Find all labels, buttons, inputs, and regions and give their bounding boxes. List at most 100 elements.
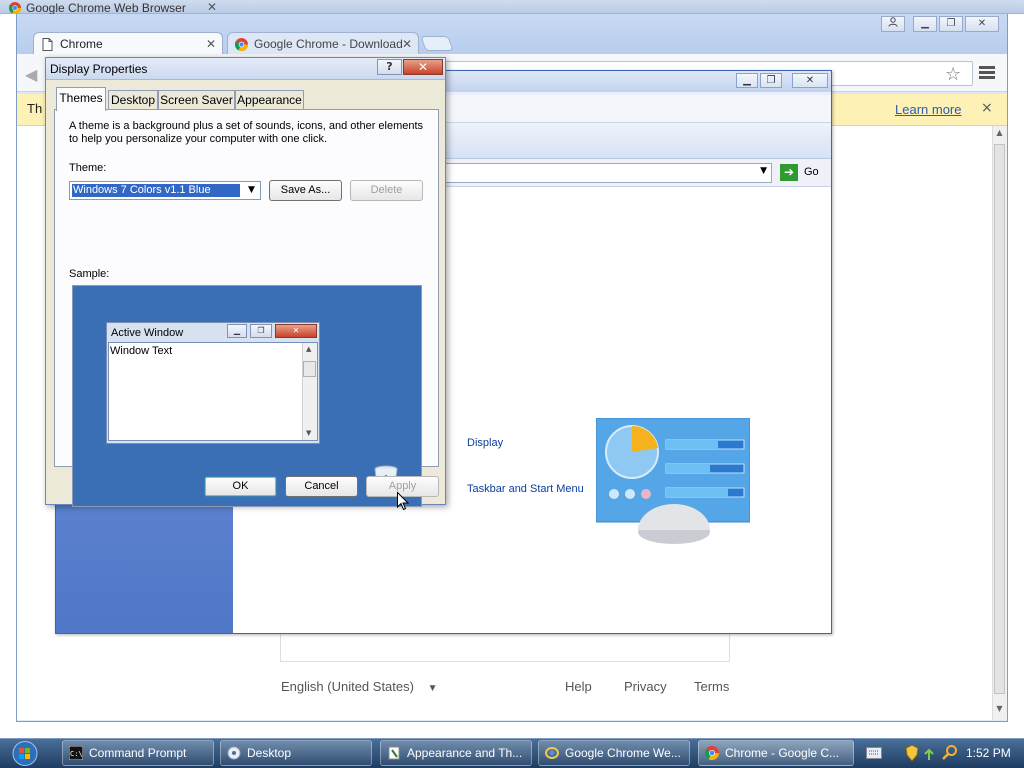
minimize-button[interactable]: ▁ <box>736 73 758 88</box>
tab-google-chrome-download[interactable]: Google Chrome - Download ✕ <box>227 32 419 56</box>
sample-window-text: Window Text <box>110 345 173 357</box>
appearance-illustration-icon <box>596 418 750 544</box>
chrome-icon <box>705 746 719 760</box>
dialog-title: Display Properties <box>50 62 148 76</box>
profile-button[interactable] <box>881 16 905 32</box>
privacy-link[interactable]: Privacy <box>624 679 667 694</box>
go-label: Go <box>804 166 819 178</box>
close-icon: ✕ <box>805 75 815 86</box>
svg-text:C:\: C:\ <box>70 750 83 758</box>
taskbar-item-google-chrome-web[interactable]: Google Chrome We... <box>538 740 690 766</box>
theme-sample-preview: Active Window ▁ ❐ ✕ Window Text ▲ ▼ <box>72 285 422 507</box>
mouse-cursor-icon <box>397 492 409 511</box>
theme-selected-value: Windows 7 Colors v1.1 Blue <box>72 184 240 197</box>
taskbar-item-desktop[interactable]: Desktop <box>220 740 372 766</box>
minimize-icon: ▁ <box>921 18 929 29</box>
tab-appearance[interactable]: Appearance <box>235 90 304 110</box>
language-selector[interactable]: English (United States) ▼ <box>281 679 437 694</box>
cmd-icon: C:\ <box>69 746 83 760</box>
chevron-down-icon[interactable]: ▼ <box>243 182 260 199</box>
sample-scrollbar-thumb <box>303 361 316 377</box>
taskbar-item-label: Chrome - Google C... <box>725 746 840 760</box>
close-icon[interactable]: ✕ <box>402 33 412 55</box>
save-as-button[interactable]: Save As... <box>269 180 342 201</box>
new-tab-button[interactable] <box>420 36 454 51</box>
minimize-button[interactable]: ▁ <box>913 16 937 32</box>
sample-active-window: Active Window ▁ ❐ ✕ Window Text ▲ ▼ <box>106 322 320 444</box>
theme-description: A theme is a background plus a set of so… <box>69 120 424 145</box>
close-icon: ✕ <box>977 18 987 29</box>
scroll-down-icon[interactable]: ▼ <box>992 704 1007 713</box>
tab-label: Chrome <box>60 37 103 51</box>
go-arrow-icon: ➔ <box>780 164 798 181</box>
desktop-icon <box>227 746 241 760</box>
cancel-button[interactable]: Cancel <box>285 476 358 497</box>
help-link[interactable]: Help <box>565 679 592 694</box>
taskbar-item-appearance[interactable]: Appearance and Th... <box>380 740 532 766</box>
go-button[interactable]: ➔ Go <box>780 164 824 182</box>
minimize-icon: ▁ <box>743 75 751 86</box>
close-button[interactable]: ✕ <box>792 73 828 88</box>
language-label: English (United States) <box>281 679 414 694</box>
tab-themes[interactable]: Themes <box>56 87 106 111</box>
keyboard-icon[interactable] <box>866 747 882 759</box>
taskbar-item-label: Desktop <box>247 746 292 760</box>
display-link[interactable]: Display <box>467 437 503 449</box>
sample-scrollbar: ▲ ▼ <box>302 343 317 440</box>
maximize-button[interactable]: ❐ <box>760 73 782 88</box>
chevron-down-icon[interactable]: ▼ <box>760 166 767 176</box>
close-button[interactable]: ✕ <box>403 59 443 75</box>
taskbar-item-chrome[interactable]: Chrome - Google C... <box>698 740 854 766</box>
taskbar-item-label: Appearance and Th... <box>407 746 523 760</box>
chrome-tabstrip: Chrome ✕ Google Chrome - Download ✕ ▁ ❐ … <box>17 14 1007 56</box>
delete-button[interactable]: Delete <box>350 180 423 201</box>
sample-label: Sample: <box>69 268 110 280</box>
network-icon[interactable] <box>922 744 936 762</box>
taskbar-and-start-menu-link[interactable]: Taskbar and Start Menu <box>467 483 584 495</box>
tab-desktop[interactable]: Desktop <box>108 90 158 110</box>
tab-screen-saver[interactable]: Screen Saver <box>158 90 235 110</box>
chevron-down-icon: ▼ <box>427 683 438 694</box>
background-tab-title: Google Chrome Web Browser <box>26 2 186 14</box>
clock: 1:52 PM <box>966 746 1011 760</box>
page-icon <box>42 38 53 51</box>
search-icon[interactable] <box>942 744 958 760</box>
menu-icon[interactable] <box>979 66 995 80</box>
scroll-down-icon: ▼ <box>306 429 312 437</box>
sample-window-body: Window Text ▲ ▼ <box>108 342 318 441</box>
dialog-titlebar: Display Properties ? ✕ <box>46 58 445 80</box>
person-icon <box>888 17 898 27</box>
bookmark-star-icon[interactable]: ☆ <box>945 64 961 85</box>
maximize-icon: ❐ <box>250 324 272 338</box>
tab-label: Google Chrome - Download <box>254 37 403 51</box>
close-button[interactable]: ✕ <box>965 16 999 32</box>
ok-button[interactable]: OK <box>204 476 277 497</box>
scroll-up-icon[interactable]: ▲ <box>992 128 1007 137</box>
close-icon: ✕ <box>275 324 317 338</box>
chrome-icon <box>9 2 21 14</box>
sample-window-title: Active Window <box>111 327 184 339</box>
maximize-icon: ❐ <box>946 18 956 29</box>
terms-link[interactable]: Terms <box>694 679 729 694</box>
help-button[interactable]: ? <box>377 59 402 75</box>
learn-more-link[interactable]: Learn more <box>895 102 961 117</box>
tab-chrome[interactable]: Chrome ✕ <box>33 32 223 56</box>
close-icon[interactable]: × <box>981 100 993 116</box>
security-shield-icon[interactable] <box>906 745 918 761</box>
themes-panel: A theme is a background plus a set of so… <box>54 109 439 507</box>
taskbar-item-command-prompt[interactable]: C:\ Command Prompt <box>62 740 214 766</box>
close-icon[interactable]: ✕ <box>207 2 217 13</box>
start-button[interactable] <box>7 740 43 767</box>
scrollbar-thumb[interactable] <box>994 144 1005 694</box>
chrome-icon <box>235 38 248 51</box>
taskbar-item-label: Command Prompt <box>89 746 187 760</box>
background-chrome-tab[interactable]: Google Chrome Web Browser ✕ <box>6 2 221 14</box>
theme-dropdown[interactable]: Windows 7 Colors v1.1 Blue ▼ <box>69 181 261 200</box>
maximize-button[interactable]: ❐ <box>939 16 963 32</box>
theme-label: Theme: <box>69 162 107 174</box>
ie-icon <box>545 747 559 759</box>
close-icon[interactable]: ✕ <box>206 33 216 55</box>
back-arrow-icon[interactable]: ◀ <box>25 65 37 84</box>
close-icon: ✕ <box>417 60 429 74</box>
minimize-icon: ▁ <box>227 324 247 338</box>
